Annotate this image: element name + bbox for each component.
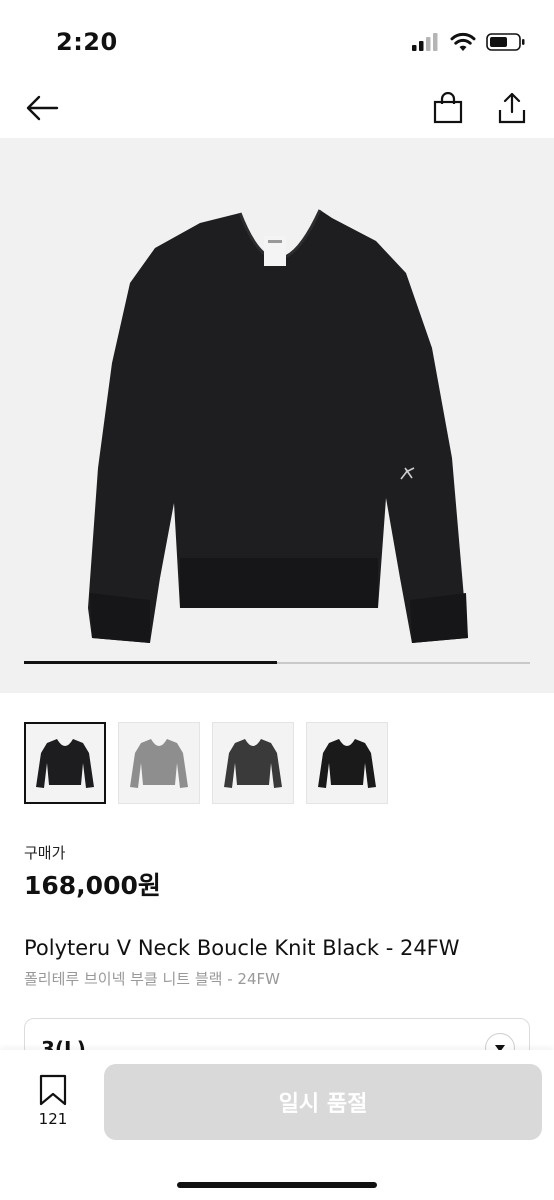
product-image-sweater bbox=[88, 209, 468, 643]
bottom-action-bar: 121 일시 품절 bbox=[0, 1050, 554, 1200]
cart-button[interactable] bbox=[426, 86, 470, 130]
shopping-bag-icon bbox=[433, 92, 463, 124]
price-value: 168,000원 bbox=[24, 871, 161, 900]
share-button[interactable] bbox=[490, 86, 534, 130]
status-time: 2:20 bbox=[56, 28, 118, 56]
thumbnail-sweater-image bbox=[36, 739, 94, 788]
price-label: 구매가 bbox=[24, 844, 66, 862]
arrow-left-icon bbox=[26, 95, 59, 121]
bookmark-count: 121 bbox=[38, 1110, 68, 1128]
wifi-icon bbox=[450, 32, 476, 51]
bookmark-icon bbox=[39, 1074, 67, 1106]
bookmark-button[interactable]: 121 bbox=[30, 1074, 76, 1128]
home-indicator bbox=[177, 1182, 377, 1188]
product-name-korean: 폴리테루 브이넥 부클 니트 블랙 - 24FW bbox=[24, 970, 280, 988]
thumbnail-sweater-image bbox=[130, 739, 188, 788]
sold-out-button[interactable]: 일시 품절 bbox=[104, 1064, 542, 1140]
thumbnail-sweater-image bbox=[318, 739, 376, 788]
back-button[interactable] bbox=[20, 88, 64, 128]
thumbnail-1[interactable] bbox=[24, 722, 106, 804]
thumbnail-2[interactable] bbox=[118, 722, 200, 804]
sold-out-button-label: 일시 품절 bbox=[278, 1092, 368, 1117]
status-bar: 2:20 bbox=[0, 0, 554, 80]
share-icon bbox=[498, 92, 526, 124]
top-nav-bar bbox=[0, 80, 554, 138]
thumbnail-3[interactable] bbox=[212, 722, 294, 804]
gallery-progress-track bbox=[24, 661, 530, 664]
status-icons bbox=[412, 32, 526, 52]
product-image-gallery[interactable] bbox=[0, 138, 554, 693]
battery-icon bbox=[486, 33, 525, 51]
gallery-progress-fill bbox=[24, 661, 277, 664]
thumbnail-sweater-image bbox=[224, 739, 282, 788]
thumbnail-4[interactable] bbox=[306, 722, 388, 804]
thumbnail-strip bbox=[24, 722, 388, 804]
cellular-signal-icon bbox=[412, 33, 438, 51]
product-name-english: Polyteru V Neck Boucle Knit Black - 24FW bbox=[24, 936, 460, 960]
